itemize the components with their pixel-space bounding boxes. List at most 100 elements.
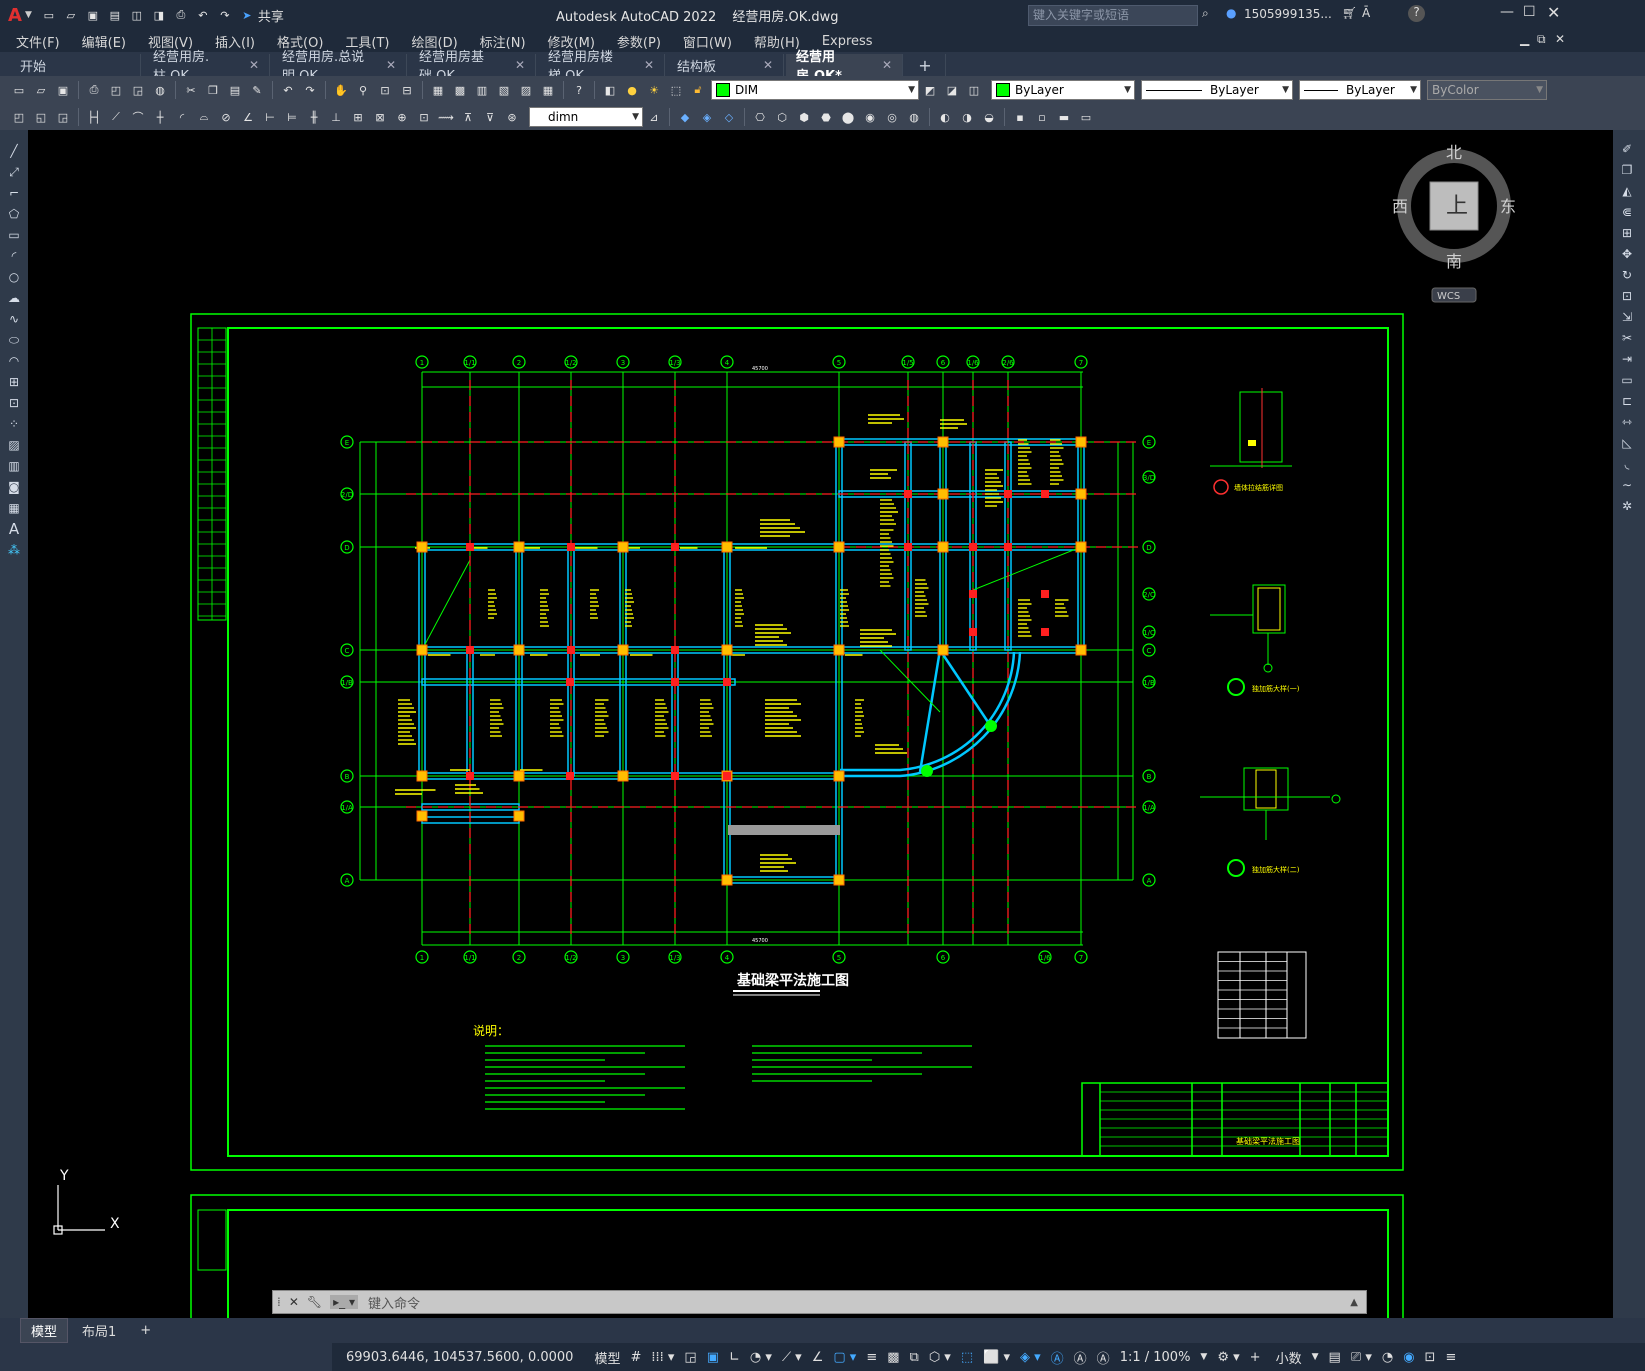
units-dropdown[interactable]: 小数 xyxy=(1276,1348,1302,1367)
modify-icon[interactable]: ◇ xyxy=(720,108,738,126)
line-icon[interactable]: ╱ xyxy=(3,141,25,161)
modify-icon[interactable]: ⎔ xyxy=(751,108,769,126)
match-properties-icon[interactable]: ✎ xyxy=(248,81,266,99)
fillet-icon[interactable]: ◟ xyxy=(1616,454,1638,474)
modify-icon[interactable]: ▫ xyxy=(1033,108,1051,126)
redo-icon[interactable]: ↷ xyxy=(301,81,319,99)
construction-line-icon[interactable]: ⤢ xyxy=(3,162,25,182)
auto-scale-icon[interactable]: Ⓐ xyxy=(1074,1348,1087,1367)
modify-icon[interactable]: ◑ xyxy=(958,108,976,126)
make-block-icon[interactable]: ⊡ xyxy=(3,393,25,413)
modify-icon[interactable]: ◈ xyxy=(698,108,716,126)
app-menu-chevron-icon[interactable]: ▼ xyxy=(25,10,32,20)
continue-icon[interactable]: ╫ xyxy=(305,108,323,126)
osnap-icon[interactable]: ▢ ▾ xyxy=(833,1350,856,1365)
close-tab-icon[interactable]: ✕ xyxy=(763,58,773,72)
close-tab-icon[interactable]: ✕ xyxy=(644,58,654,72)
quick-dim-icon[interactable]: ⊢ xyxy=(261,108,279,126)
publish-icon[interactable]: ◲ xyxy=(129,81,147,99)
annotation-scale-icon[interactable]: Ⓐ xyxy=(1097,1348,1110,1367)
dynamic-input-icon[interactable]: ▣ xyxy=(707,1350,719,1365)
arc-icon[interactable]: ◜ xyxy=(3,246,25,266)
annotation-visibility-icon[interactable]: Ⓐ xyxy=(1051,1348,1064,1367)
command-expand-icon[interactable]: ▲ xyxy=(1350,1297,1358,1308)
inspect-icon[interactable]: ⊡ xyxy=(415,108,433,126)
lightbulb-icon[interactable]: ● xyxy=(623,81,641,99)
polygon-icon[interactable]: ⬠ xyxy=(3,204,25,224)
save-web-icon[interactable]: ◨ xyxy=(150,6,168,24)
isolate-objects-icon[interactable]: ◔ xyxy=(1382,1350,1393,1365)
point-icon[interactable]: ⁘ xyxy=(3,414,25,434)
modify-icon[interactable]: ⬣ xyxy=(817,108,835,126)
ordinate-icon[interactable]: ┼ xyxy=(151,108,169,126)
ellipse-arc-icon[interactable]: ◠ xyxy=(3,351,25,371)
wcs-label[interactable]: WCS xyxy=(1437,291,1460,302)
spline-icon[interactable]: ∿ xyxy=(3,309,25,329)
search-icon[interactable]: ⌕ xyxy=(1202,6,1209,21)
stretch-icon[interactable]: ⇲ xyxy=(1616,307,1638,327)
extend-icon[interactable]: ⇥ xyxy=(1616,349,1638,369)
dim-edit-icon[interactable]: ⊼ xyxy=(459,108,477,126)
3d-dwf-icon[interactable]: ◍ xyxy=(151,81,169,99)
dim-text-edit-icon[interactable]: ⊽ xyxy=(481,108,499,126)
join-icon[interactable]: ⇿ xyxy=(1616,412,1638,432)
menu-window[interactable]: 窗口(W) xyxy=(683,32,732,51)
viewcube-top-face[interactable]: 上 xyxy=(1446,194,1468,219)
sun-icon[interactable]: ☀ xyxy=(645,81,663,99)
grid-icon[interactable]: # xyxy=(630,1350,641,1365)
doc-restore-button[interactable]: ⧉ xyxy=(1537,32,1546,47)
zoom-realtime-icon[interactable]: ⚲ xyxy=(354,81,372,99)
zoom-previous-icon[interactable]: ⊟ xyxy=(398,81,416,99)
lineweight-dropdown[interactable]: ByLayer ▼ xyxy=(1299,80,1421,100)
undo-icon[interactable]: ↶ xyxy=(194,6,212,24)
close-command-icon[interactable]: ✕ xyxy=(289,1295,299,1309)
model-space-toggle[interactable]: 模型 xyxy=(594,1348,620,1367)
menu-edit[interactable]: 编辑(E) xyxy=(82,32,126,51)
open-icon[interactable]: ▱ xyxy=(32,81,50,99)
modify-icon[interactable]: ⬢ xyxy=(795,108,813,126)
close-tab-icon[interactable]: ✕ xyxy=(249,58,259,72)
help-icon[interactable]: ? xyxy=(570,81,588,99)
tab-start[interactable]: 开始 xyxy=(10,54,141,76)
new-icon[interactable]: ▭ xyxy=(10,81,28,99)
command-history-icon[interactable]: ▸_ ▾ xyxy=(330,1295,358,1309)
baseline-icon[interactable]: ⊨ xyxy=(283,108,301,126)
erase-icon[interactable]: ✐ xyxy=(1616,139,1638,159)
customization-icon[interactable]: ≡ xyxy=(1445,1350,1456,1365)
layer-previous-icon[interactable]: ◪ xyxy=(943,81,961,99)
dim-update-icon[interactable]: ⊛ xyxy=(503,108,521,126)
lock-ui-icon[interactable]: ⎚ ▾ xyxy=(1351,1350,1372,1365)
close-tab-icon[interactable]: ✕ xyxy=(882,58,892,72)
modify-icon[interactable]: ◉ xyxy=(861,108,879,126)
save-as-icon[interactable]: ▤ xyxy=(106,6,124,24)
modify-icon[interactable]: ◍ xyxy=(905,108,923,126)
plot-icon[interactable]: ⎙ xyxy=(85,81,103,99)
minimize-button[interactable]: — xyxy=(1500,4,1514,20)
preview-icon[interactable]: ◰ xyxy=(107,81,125,99)
blend-icon[interactable]: ∼ xyxy=(1616,475,1638,495)
array-icon[interactable]: ⊞ xyxy=(1616,223,1638,243)
pan-icon[interactable]: ✋ xyxy=(332,81,350,99)
make-current-layer-icon[interactable]: ◩ xyxy=(921,81,939,99)
menu-help[interactable]: 帮助(H) xyxy=(754,32,800,51)
transparency-icon[interactable]: ▩ xyxy=(887,1350,899,1365)
move-icon[interactable]: ✥ xyxy=(1616,244,1638,264)
copy-icon[interactable]: ❐ xyxy=(204,81,222,99)
3d-osnap-icon[interactable]: ⬡ ▾ xyxy=(929,1350,951,1365)
properties-icon[interactable]: ▦ xyxy=(429,81,447,99)
search-box[interactable]: 键入关键字或短语 xyxy=(1028,5,1198,26)
new-icon[interactable]: ▭ xyxy=(40,6,58,24)
offset-icon[interactable]: ⋐ xyxy=(1616,202,1638,222)
snap-icon[interactable]: ⁞⁞⁞ ▾ xyxy=(651,1350,674,1365)
polar-icon[interactable]: ◔ ▾ xyxy=(750,1350,772,1365)
revision-cloud-icon[interactable]: ☁ xyxy=(3,288,25,308)
color-dropdown[interactable]: ByLayer ▼ xyxy=(991,80,1135,100)
arc-length-icon[interactable]: ⌒ xyxy=(129,108,147,126)
plot-icon[interactable]: ⎙ xyxy=(172,6,190,24)
tab-file-active[interactable]: 经营用房.OK*✕ xyxy=(786,50,903,84)
dimstyle-manager-icon[interactable]: ⊿ xyxy=(645,108,663,126)
annotation-scale[interactable]: 1:1 / 100% xyxy=(1120,1350,1191,1365)
share-label[interactable]: 共享 xyxy=(258,6,284,25)
compass-south[interactable]: 南 xyxy=(1446,252,1462,271)
jog-line-icon[interactable]: ⟿ xyxy=(437,108,455,126)
